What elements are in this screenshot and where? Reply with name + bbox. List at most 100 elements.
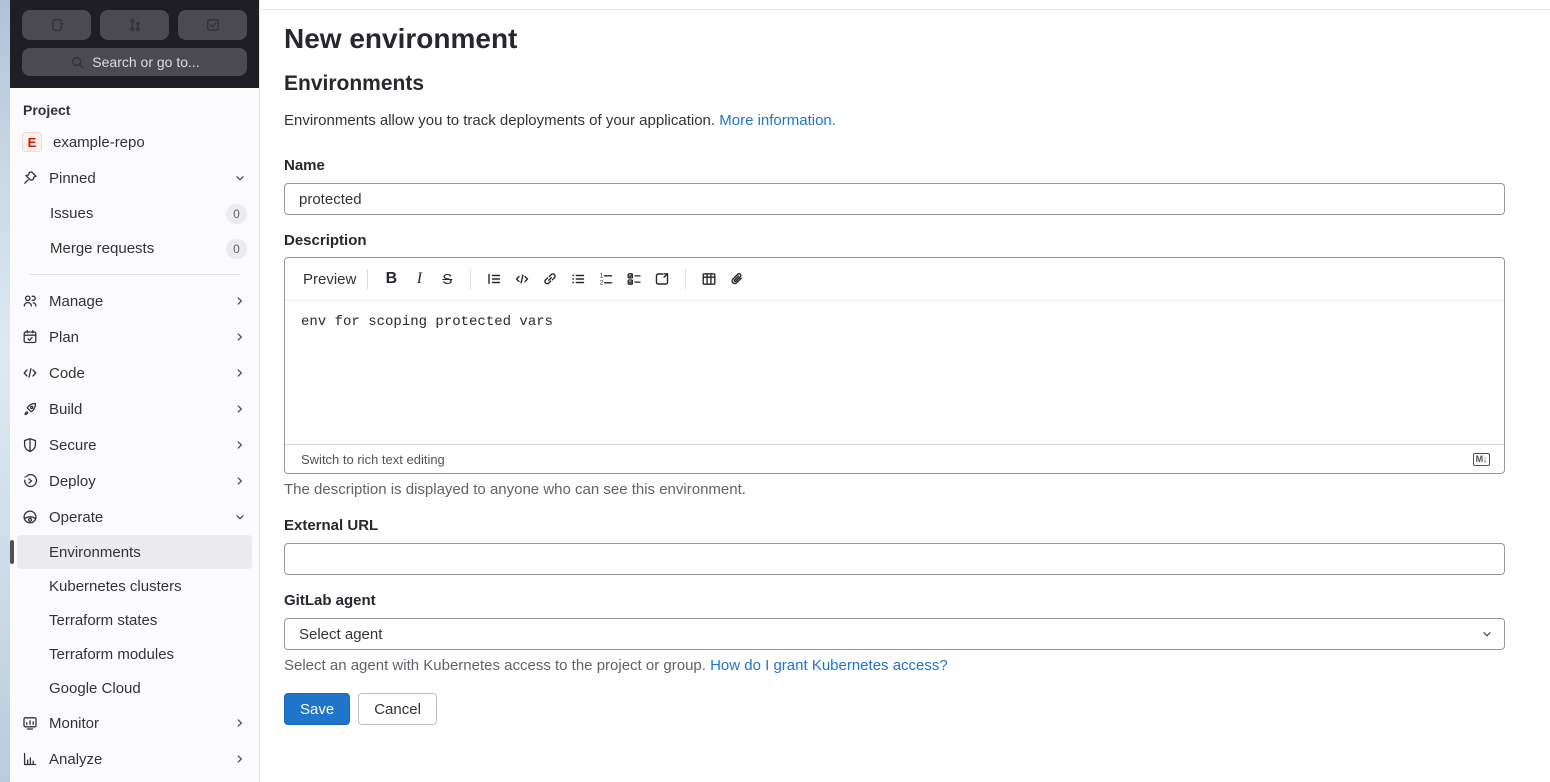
merge-requests-shortcut-button[interactable]: [100, 10, 169, 40]
link-button[interactable]: [536, 265, 564, 293]
pin-icon: [22, 170, 38, 186]
strikethrough-button[interactable]: S: [433, 265, 461, 293]
todo-list-shortcut-button[interactable]: [178, 10, 247, 40]
agent-select[interactable]: Select agent: [284, 618, 1505, 650]
desktop-background-strip: [0, 0, 10, 782]
code-icon: [22, 365, 38, 381]
description-textarea[interactable]: env for scoping protected vars: [285, 301, 1504, 444]
svg-text:2: 2: [600, 280, 604, 287]
attach-file-button[interactable]: [723, 265, 751, 293]
bold-icon: B: [385, 270, 398, 287]
bold-button[interactable]: B: [377, 265, 405, 293]
task-list-icon: [626, 271, 642, 287]
code-button[interactable]: [508, 265, 536, 293]
agent-select-wrap: Select agent: [284, 618, 1505, 650]
italic-button[interactable]: I: [405, 265, 433, 293]
save-button[interactable]: Save: [284, 693, 351, 725]
sidebar-item-deploy[interactable]: Deploy: [17, 463, 252, 499]
link-icon: [542, 271, 558, 287]
sidebar-nav: E example-repo Pinned Issues 0 Merge req…: [10, 122, 259, 782]
merge-requests-label: Merge requests: [50, 240, 155, 257]
description-help-text: The description is displayed to anyone w…: [284, 481, 746, 498]
sidebar-item-terraform-states[interactable]: Terraform states: [17, 603, 252, 637]
code-icon: [514, 271, 530, 287]
description-editor: Preview B I S 1 2 env for scoping protec…: [284, 257, 1505, 474]
sidebar-item-google-cloud[interactable]: Google Cloud: [17, 671, 252, 705]
merge-requests-count-badge: 0: [226, 238, 247, 259]
name-input[interactable]: [284, 183, 1505, 215]
todo-list-icon: [205, 17, 221, 33]
quote-button[interactable]: [480, 265, 508, 293]
switch-to-rich-text-button[interactable]: Switch to rich text editing: [301, 452, 445, 467]
external-url-input[interactable]: [284, 543, 1505, 575]
search-input[interactable]: Search or go to...: [22, 48, 247, 76]
svg-text:1: 1: [600, 273, 604, 280]
sidebar-item-merge-requests[interactable]: Merge requests 0: [17, 231, 252, 266]
table-icon: [701, 271, 717, 287]
sidebar-item-operate[interactable]: Operate: [17, 499, 252, 535]
quote-icon: [486, 271, 502, 287]
attach-file-icon: [729, 271, 745, 287]
toolbar-separator: [470, 269, 472, 289]
sidebar-item-pinned[interactable]: Pinned: [17, 160, 252, 196]
rocket-icon: [22, 401, 38, 417]
sidebar-item-secure[interactable]: Secure: [17, 427, 252, 463]
markdown-icon: M↓: [1472, 452, 1490, 466]
sidebar-item-build[interactable]: Build: [17, 391, 252, 427]
details-block-icon: [654, 271, 670, 287]
task-list-button[interactable]: [620, 265, 648, 293]
users-icon: [22, 293, 38, 309]
sidebar-item-kubernetes-clusters[interactable]: Kubernetes clusters: [17, 569, 252, 603]
operate-label: Operate: [49, 508, 104, 526]
sidebar-item-environments[interactable]: Environments: [17, 535, 252, 569]
globe-icon: [22, 509, 38, 525]
preview-button[interactable]: Preview: [301, 271, 358, 288]
project-avatar: E: [22, 132, 42, 152]
sidebar-item-code[interactable]: Code: [17, 355, 252, 391]
sidebar-item-issues[interactable]: Issues 0: [17, 196, 252, 231]
sidebar-topbar: Search or go to...: [10, 0, 259, 88]
google-cloud-label: Google Cloud: [49, 679, 141, 697]
chevron-right-icon: [233, 752, 247, 766]
issues-label: Issues: [50, 205, 94, 222]
gitlab-agent-label: GitLab agent: [284, 592, 376, 609]
intro-text: Environments allow you to track deployme…: [284, 111, 1505, 131]
chevron-right-icon: [233, 438, 247, 452]
chevron-right-icon: [233, 294, 247, 308]
toolbar-separator: [367, 269, 369, 289]
sidebar-item-analyze[interactable]: Analyze: [17, 741, 252, 777]
project-sidebar: Search or go to... Project E example-rep…: [10, 0, 260, 782]
terraform-modules-label: Terraform modules: [49, 645, 175, 663]
more-information-link[interactable]: More information.: [719, 112, 836, 129]
bullet-list-button[interactable]: [564, 265, 592, 293]
intro-body: Environments allow you to track deployme…: [284, 112, 720, 129]
details-block-button[interactable]: [648, 265, 676, 293]
sidebar-item-monitor[interactable]: Monitor: [17, 705, 252, 741]
environments-heading: Environments: [284, 72, 425, 95]
table-button[interactable]: [695, 265, 723, 293]
build-label: Build: [49, 400, 83, 418]
chevron-right-icon: [233, 330, 247, 344]
chevron-right-icon: [233, 474, 247, 488]
chevron-down-icon: [233, 171, 247, 185]
cancel-button[interactable]: Cancel: [358, 693, 437, 725]
ordered-list-icon: 1 2: [598, 271, 614, 287]
kubernetes-access-link[interactable]: How do I grant Kubernetes access?: [710, 657, 948, 674]
search-placeholder: Search or go to...: [92, 54, 200, 70]
agent-help-text: Select an agent with Kubernetes access t…: [284, 656, 1505, 676]
strikethrough-icon: S: [442, 270, 453, 288]
sidebar-divider: [29, 274, 240, 275]
chevron-right-icon: [233, 402, 247, 416]
sidebar-item-project[interactable]: E example-repo: [17, 124, 252, 160]
sidebar-item-terraform-modules[interactable]: Terraform modules: [17, 637, 252, 671]
form-actions: Save Cancel: [284, 693, 1505, 725]
sidebar-item-manage[interactable]: Manage: [17, 283, 252, 319]
manage-label: Manage: [49, 292, 104, 310]
bullet-list-icon: [570, 271, 586, 287]
issues-shortcut-button[interactable]: [22, 10, 91, 40]
sidebar-item-plan[interactable]: Plan: [17, 319, 252, 355]
editor-footer: Switch to rich text editing M↓: [285, 444, 1504, 473]
toolbar-separator: [685, 269, 687, 289]
ordered-list-button[interactable]: 1 2: [592, 265, 620, 293]
deploy-icon: [22, 473, 38, 489]
